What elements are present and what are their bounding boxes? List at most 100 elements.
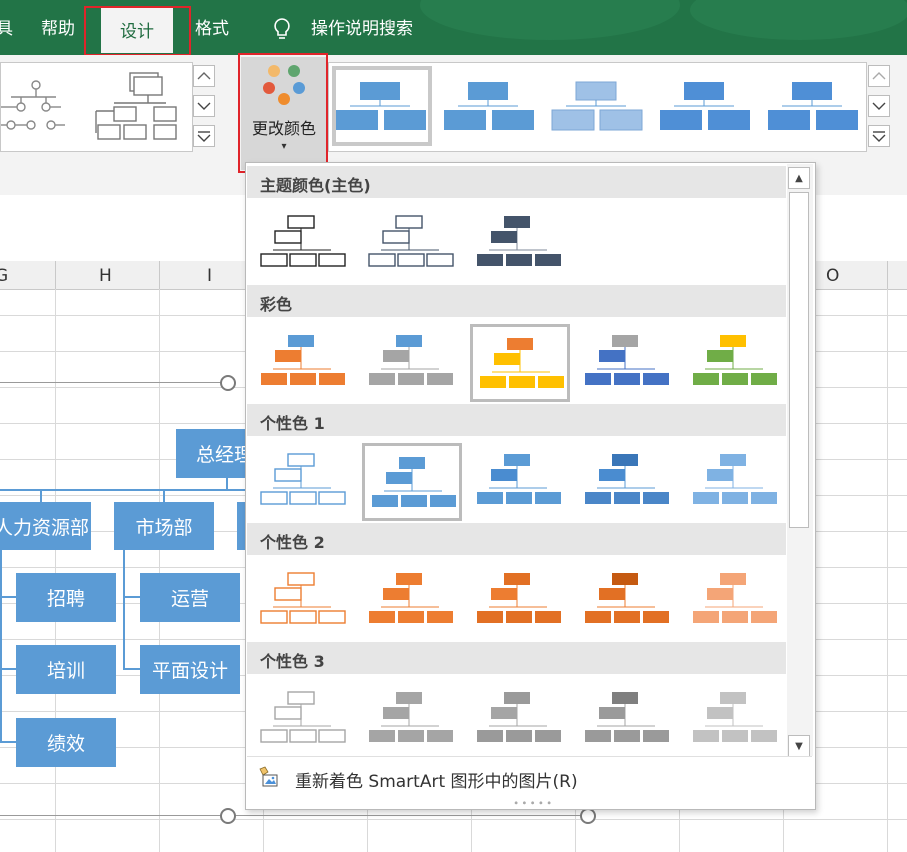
color-option-accent3[interactable] xyxy=(362,681,462,759)
org-node-hr-child[interactable]: 绩效 xyxy=(16,718,116,767)
resize-handle[interactable] xyxy=(580,808,596,824)
color-option-accent3[interactable] xyxy=(578,681,678,759)
org-node-market-child[interactable]: 平面设计 xyxy=(140,645,240,694)
column-header-o[interactable]: O xyxy=(826,266,839,286)
recolor-pictures-item[interactable]: 重新着色 SmartArt 图形中的图片(R) xyxy=(247,759,812,795)
smartart-frame-edge xyxy=(0,815,590,816)
change-colors-button[interactable]: 更改颜色 ▾ xyxy=(241,57,327,170)
scroll-up-button[interactable]: ▲ xyxy=(788,167,810,189)
resize-handle[interactable] xyxy=(220,375,236,391)
connector xyxy=(123,550,125,670)
connector xyxy=(0,489,245,491)
dropdown-scrollbar[interactable]: ▲ ▼ xyxy=(787,164,813,757)
column-header-i[interactable]: I xyxy=(207,266,212,286)
smartart-thumbnail xyxy=(369,692,453,742)
color-option-accent1[interactable] xyxy=(470,443,570,521)
palette-dot xyxy=(288,65,300,77)
color-option-colorful[interactable] xyxy=(254,324,354,402)
tab-truncated[interactable]: 具 xyxy=(0,14,13,39)
divider xyxy=(247,756,812,757)
layout-gallery-up-button[interactable] xyxy=(193,65,215,87)
org-node-hr-child[interactable]: 培训 xyxy=(16,645,116,694)
smartart-thumbnail xyxy=(368,215,454,267)
org-node-market[interactable]: 市场部 xyxy=(114,502,214,550)
color-option-accent1[interactable] xyxy=(578,443,678,521)
change-colors-dropdown: 主题颜色(主色) 彩色 个性色 1 个性色 2 个性色 3 ▲ ▼ 重新着色 S… xyxy=(245,162,816,810)
style-option[interactable] xyxy=(660,82,750,130)
smartart-thumbnail xyxy=(585,692,669,742)
smartart-thumbnail xyxy=(477,216,561,266)
org-node-partial[interactable] xyxy=(237,502,245,550)
tab-help[interactable]: 帮助 xyxy=(41,14,75,39)
layout-gallery-down-button[interactable] xyxy=(193,95,215,117)
scroll-down-button[interactable]: ▼ xyxy=(788,735,810,757)
layout-gallery-more-button[interactable] xyxy=(193,125,215,147)
color-option-colorful[interactable] xyxy=(578,324,678,402)
tell-me-search[interactable]: 操作说明搜索 xyxy=(311,14,413,39)
org-node-hr[interactable]: 人力资源部 xyxy=(0,502,91,550)
color-option-colorful[interactable] xyxy=(686,324,786,402)
color-option-accent2[interactable] xyxy=(254,562,354,640)
ribbon-tab-bar: 具 帮助 设计 格式 操作说明搜索 xyxy=(0,0,907,55)
smartart-thumbnail xyxy=(477,692,561,742)
style-gallery-up-button[interactable] xyxy=(868,65,890,87)
color-option-accent2[interactable] xyxy=(362,562,462,640)
recolor-picture-icon xyxy=(259,766,278,787)
color-option-accent1[interactable] xyxy=(686,443,786,521)
style-gallery-more-button[interactable] xyxy=(868,125,890,147)
layout-option-hierarchy[interactable] xyxy=(94,71,182,141)
triangle-down-icon: ▼ xyxy=(795,740,803,752)
palette-dot xyxy=(263,82,275,94)
color-option-accent1[interactable] xyxy=(254,443,354,521)
color-option-theme[interactable] xyxy=(362,205,462,283)
palette-dot xyxy=(293,82,305,94)
column-header-h[interactable]: H xyxy=(99,266,112,286)
connector xyxy=(123,668,140,670)
style-option[interactable] xyxy=(336,82,426,130)
org-node-top[interactable]: 总经理 xyxy=(176,429,245,478)
color-option-accent1[interactable] xyxy=(362,443,462,521)
connector xyxy=(0,668,16,670)
smartart-thumbnail xyxy=(585,335,669,385)
color-option-theme[interactable] xyxy=(470,205,570,283)
org-node-market-child[interactable]: 运营 xyxy=(140,573,240,622)
tab-format[interactable]: 格式 xyxy=(195,14,229,39)
smartart-thumbnail xyxy=(260,691,346,743)
color-option-theme[interactable] xyxy=(254,205,354,283)
smartart-thumbnail xyxy=(693,692,777,742)
section-header-colorful: 彩色 xyxy=(247,285,786,317)
style-option[interactable] xyxy=(768,82,858,130)
color-option-accent3[interactable] xyxy=(254,681,354,759)
connector xyxy=(0,550,2,742)
color-option-accent2[interactable] xyxy=(686,562,786,640)
layout-option-circles[interactable] xyxy=(1,73,71,137)
title-bar-decoration xyxy=(690,0,907,40)
recolor-pictures-label: 重新着色 SmartArt 图形中的图片(R) xyxy=(295,772,578,792)
style-gallery-down-button[interactable] xyxy=(868,95,890,117)
smartart-thumbnail xyxy=(477,454,561,504)
color-option-accent3[interactable] xyxy=(470,681,570,759)
smartart-thumbnail xyxy=(477,573,561,623)
scroll-thumb[interactable] xyxy=(789,192,809,528)
color-option-colorful[interactable] xyxy=(470,324,570,402)
tab-design[interactable]: 设计 xyxy=(101,6,173,53)
connector xyxy=(0,741,16,743)
lightbulb-icon xyxy=(274,18,290,39)
smartart-thumbnail xyxy=(693,454,777,504)
section-header-accent1: 个性色 1 xyxy=(247,404,786,436)
color-option-accent3[interactable] xyxy=(686,681,786,759)
smartart-thumbnail xyxy=(585,454,669,504)
smartart-thumbnail xyxy=(693,335,777,385)
resize-grip-icon[interactable]: ∙∙∙∙∙ xyxy=(513,798,554,809)
resize-handle[interactable] xyxy=(220,808,236,824)
style-gallery-thumbnails xyxy=(336,81,858,131)
color-option-accent2[interactable] xyxy=(578,562,678,640)
style-option[interactable] xyxy=(444,82,534,130)
chevron-down-icon xyxy=(872,102,886,110)
column-header-g[interactable]: G xyxy=(0,266,8,286)
org-node-hr-child[interactable]: 招聘 xyxy=(16,573,116,622)
color-option-colorful[interactable] xyxy=(362,324,462,402)
color-option-accent2[interactable] xyxy=(470,562,570,640)
smartart-thumbnail xyxy=(372,457,456,507)
style-option[interactable] xyxy=(551,81,643,131)
